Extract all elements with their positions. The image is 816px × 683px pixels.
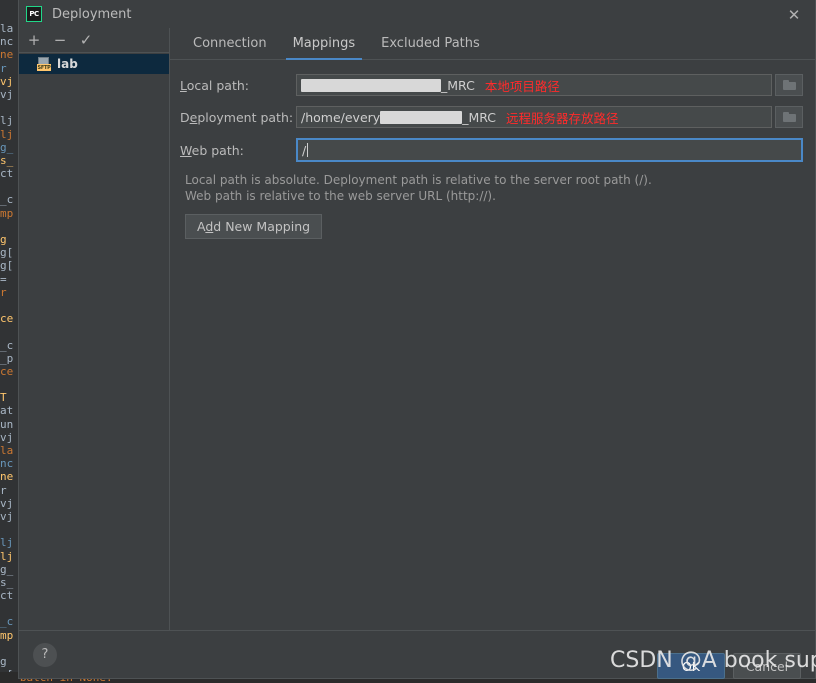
cancel-button[interactable]: Cancel <box>733 653 801 679</box>
pycharm-icon: PC <box>26 6 42 22</box>
deployment-path-row: Deployment path: /home/every _MRC 远程服务器存放… <box>180 106 803 128</box>
mappings-form: LLocal path:ocal path: _MRC 本地项目路径 <box>170 60 815 239</box>
dialog-titlebar: PC Deployment ✕ <box>19 0 815 28</box>
server-list-pane: + − ✓ SFTP lab <box>19 28 170 630</box>
local-path-redacted-value <box>301 78 441 92</box>
deployment-dialog: PC Deployment ✕ + − ✓ SFTP lab Connectio… <box>18 0 816 679</box>
web-path-row: Web path: / <box>180 138 803 162</box>
local-path-suffix: _MRC <box>441 77 475 93</box>
editor-code-strip: la nc ne r vj vj lj lj g_ s_ ct _c mp g g[g[= r ce _c _p ce… <box>0 0 18 683</box>
deployment-path-redacted-value <box>380 110 463 124</box>
tab-connection[interactable]: Connection <box>180 36 280 59</box>
deployment-path-input[interactable]: /home/every _MRC 远程服务器存放路径 <box>296 106 772 128</box>
local-path-annotation: 本地项目路径 <box>484 78 560 94</box>
server-list-item-label: lab <box>57 57 78 71</box>
settings-pane: Connection Mappings Excluded Paths LLoca… <box>170 28 815 630</box>
set-default-server-button[interactable]: ✓ <box>73 28 99 52</box>
web-path-value: / <box>302 142 307 158</box>
web-path-label: Web path: <box>180 142 244 158</box>
mappings-hint: Local path is absolute. Deployment path … <box>180 168 803 204</box>
deployment-path-prefix: /home/every <box>301 109 381 125</box>
dialog-footer: ? OK Cancel <box>19 630 815 679</box>
ok-button[interactable]: OK <box>657 653 725 679</box>
text-cursor <box>307 143 309 157</box>
folder-icon <box>782 112 796 122</box>
add-server-button[interactable]: + <box>21 28 47 52</box>
dialog-body: + − ✓ SFTP lab Connection Mappings Exclu <box>19 28 815 630</box>
hint-line-1: Local path is absolute. Deployment path … <box>185 173 652 187</box>
sftp-badge-label: SFTP <box>37 64 51 71</box>
form-spacer <box>170 239 815 630</box>
hint-line-2: Web path is relative to the web server U… <box>185 189 496 203</box>
local-path-input[interactable]: _MRC 本地项目路径 <box>296 74 772 96</box>
folder-icon <box>782 80 796 90</box>
web-path-input[interactable]: / <box>296 138 803 162</box>
local-path-row: LLocal path:ocal path: _MRC 本地项目路径 <box>180 74 803 96</box>
remove-server-button[interactable]: − <box>47 28 73 52</box>
server-list-item-lab[interactable]: SFTP lab <box>19 54 169 74</box>
server-list: SFTP lab <box>19 53 169 630</box>
help-button[interactable]: ? <box>33 642 57 667</box>
dialog-title: Deployment <box>52 6 132 22</box>
deployment-path-suffix: _MRC <box>462 109 497 125</box>
tab-bar: Connection Mappings Excluded Paths <box>170 28 815 60</box>
deployment-path-browse-button[interactable] <box>775 106 803 128</box>
local-path-browse-button[interactable] <box>775 74 803 96</box>
deployment-path-annotation: 远程服务器存放路径 <box>506 110 619 126</box>
dialog-action-buttons: OK Cancel <box>657 653 801 679</box>
local-path-label: LLocal path:ocal path: <box>180 77 250 93</box>
server-list-toolbar: + − ✓ <box>19 28 169 53</box>
deployment-path-label: Deployment path: <box>180 109 294 125</box>
tab-mappings[interactable]: Mappings <box>280 36 369 60</box>
sftp-server-icon: SFTP <box>37 57 52 71</box>
close-icon[interactable]: ✕ <box>783 4 805 26</box>
add-new-mapping-button[interactable]: Add New Mapping <box>185 214 323 239</box>
tab-excluded-paths[interactable]: Excluded Paths <box>368 36 493 59</box>
